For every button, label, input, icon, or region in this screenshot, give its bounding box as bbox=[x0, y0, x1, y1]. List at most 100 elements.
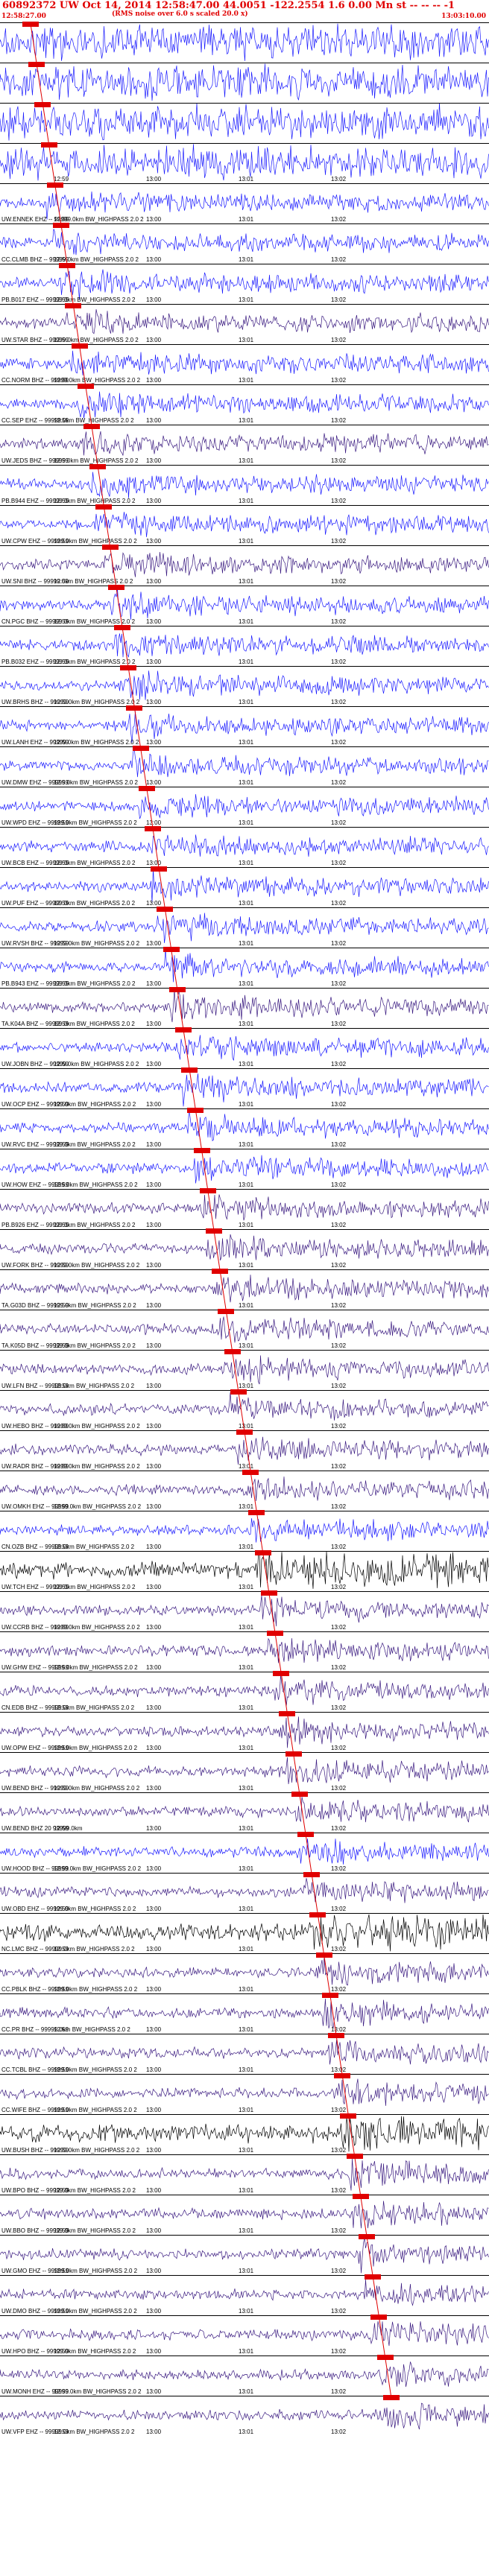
pick-marker bbox=[83, 424, 100, 429]
waveform-path bbox=[0, 1637, 489, 1663]
waveform-path bbox=[0, 1757, 489, 1785]
waveform-path bbox=[0, 1595, 489, 1627]
time-tick: 13:02 bbox=[331, 2107, 347, 2113]
time-tick: 12:59 bbox=[54, 779, 69, 786]
pick-marker bbox=[157, 907, 174, 912]
pick-marker bbox=[132, 746, 149, 751]
time-tick: 12:59 bbox=[54, 1825, 69, 1832]
trace-label: UW.RVSH BHZ -- 99999.0km BW_HIGHPASS 2.0… bbox=[1, 940, 140, 947]
trace-label: UW.HOW EHZ -- 99999.0km BW_HIGHPASS 2.0 … bbox=[1, 1181, 138, 1188]
trace-row: PB.B032 EHZ -- 99999.0km BW_HIGHPASS 2.0… bbox=[0, 625, 489, 667]
time-tick: 13:02 bbox=[331, 1704, 347, 1711]
pick-marker bbox=[206, 1228, 222, 1234]
trace-row: UW.BCB EHZ -- 99999.0km BW_HIGHPASS 2.0 … bbox=[0, 826, 489, 868]
trace-row: UW.BEND BHZ 20 99999.0km 12:59 13:00 13:01 1… bbox=[0, 1792, 489, 1833]
time-tick: 12:59 bbox=[54, 2066, 69, 2073]
start-time: 12:58:27.00 bbox=[1, 13, 46, 20]
time-tick: 13:02 bbox=[331, 417, 347, 424]
time-tick: 13:02 bbox=[331, 1463, 347, 1470]
pick-marker bbox=[279, 1711, 296, 1716]
time-tick: 13:01 bbox=[239, 1745, 254, 1751]
trace-row bbox=[0, 102, 489, 144]
time-tick: 12:59 bbox=[54, 2187, 69, 2194]
pick-marker bbox=[242, 1470, 259, 1475]
time-tick: 13:02 bbox=[331, 578, 347, 585]
seismogram-page: 60892372 UW Oct 14, 2014 12:58:47.00 44.… bbox=[0, 0, 489, 2576]
waveform-path bbox=[0, 2402, 489, 2430]
time-tick: 13:02 bbox=[331, 1302, 347, 1309]
time-tick: 13:01 bbox=[239, 1021, 254, 1027]
time-tick: 13:01 bbox=[239, 296, 254, 303]
time-tick: 12:59 bbox=[54, 1262, 69, 1269]
trace-row: UW.DMO BHZ -- 99999.0km BW_HIGHPASS 2.0 … bbox=[0, 2274, 489, 2316]
trace-row: UW.WPD EHZ -- 99999.0km BW_HIGHPASS 2.0 … bbox=[0, 786, 489, 828]
trace-row: UW.LANH EHZ -- 99999.0km BW_HIGHPASS 2.0… bbox=[0, 705, 489, 747]
time-tick: 13:02 bbox=[331, 1503, 347, 1510]
trace-label: CC.CLMB BHZ -- 99999.0km BW_HIGHPASS 2.0… bbox=[1, 256, 139, 263]
time-tick: 13:01 bbox=[239, 779, 254, 786]
trace-row: UW.RVC EHZ -- 99999.0km BW_HIGHPASS 2.0 … bbox=[0, 1108, 489, 1149]
pick-marker bbox=[151, 866, 168, 872]
trace-label: UW.BUSH BHZ -- 99999.0km BW_HIGHPASS 2.0… bbox=[1, 2147, 140, 2154]
waveform-path bbox=[0, 1234, 489, 1261]
time-tick: 13:02 bbox=[331, 176, 347, 183]
time-tick: 13:02 bbox=[331, 2227, 347, 2234]
time-tick: 12:59 bbox=[54, 2388, 69, 2395]
time-tick: 13:01 bbox=[239, 256, 254, 263]
trace-label: CC.WIFE BHZ -- 99999.0km BW_HIGHPASS 2.0… bbox=[1, 2107, 137, 2113]
pick-marker bbox=[297, 1832, 314, 1837]
time-tick: 13:02 bbox=[331, 2147, 347, 2154]
time-tick: 13:02 bbox=[331, 377, 347, 384]
time-tick: 12:59 bbox=[54, 618, 69, 625]
time-tick: 13:00 bbox=[146, 618, 162, 625]
time-tick: 13:02 bbox=[331, 256, 347, 263]
time-tick: 13:02 bbox=[331, 2348, 347, 2355]
time-tick: 12:59 bbox=[54, 2268, 69, 2274]
time-tick: 13:01 bbox=[239, 1986, 254, 1993]
event-title: 60892372 UW Oct 14, 2014 12:58:47.00 44.… bbox=[2, 0, 455, 11]
pick-marker bbox=[199, 1188, 216, 1193]
pick-marker bbox=[230, 1389, 247, 1395]
time-tick: 13:01 bbox=[239, 1946, 254, 1952]
trace-row: CC.CLMB BHZ -- 99999.0km BW_HIGHPASS 2.0… bbox=[0, 223, 489, 264]
trace-row: UW.DMW EHZ -- 99999.0km BW_HIGHPASS 2.0 … bbox=[0, 746, 489, 787]
time-tick: 13:02 bbox=[331, 2026, 347, 2033]
trace-label: UW.CCRB BHZ -- 99999.0km BW_HIGHPASS 2.0… bbox=[1, 1624, 140, 1631]
waveform-path bbox=[0, 1675, 489, 1707]
time-tick: 12:59 bbox=[54, 1222, 69, 1228]
time-tick: 13:00 bbox=[146, 176, 162, 183]
trace-row: UW.VFP EHZ -- 99999.0km BW_HIGHPASS 2.0 … bbox=[0, 2395, 489, 2437]
time-tick: 13:02 bbox=[331, 498, 347, 504]
time-tick: 13:02 bbox=[331, 1986, 347, 1993]
pick-marker bbox=[376, 2355, 394, 2360]
pick-marker bbox=[163, 947, 180, 952]
time-tick: 12:59 bbox=[54, 1865, 69, 1872]
time-tick: 13:00 bbox=[146, 2187, 162, 2194]
time-tick: 13:02 bbox=[331, 1181, 347, 1188]
trace-row: UW.BRHS BHZ -- 99999.0km BW_HIGHPASS 2.0… bbox=[0, 665, 489, 707]
trace-label: UW.LANH EHZ -- 99999.0km BW_HIGHPASS 2.0… bbox=[1, 739, 139, 746]
time-tick: 13:02 bbox=[331, 1906, 347, 1912]
pick-marker bbox=[248, 1510, 265, 1515]
time-tick: 13:01 bbox=[239, 940, 254, 947]
time-tick: 13:01 bbox=[239, 1262, 254, 1269]
trace-row: CN.OZB BHZ -- 99999.0km BW_HIGHPASS 2.0 … bbox=[0, 1510, 489, 1552]
time-tick: 13:00 bbox=[146, 296, 162, 303]
time-tick: 13:01 bbox=[239, 457, 254, 464]
time-tick: 13:02 bbox=[331, 699, 347, 705]
time-tick: 13:00 bbox=[146, 2066, 162, 2073]
time-tick: 13:01 bbox=[239, 659, 254, 665]
trace-row: UW.ENNEK EHZ -- 99999.0km BW_HIGHPASS 2.… bbox=[0, 183, 489, 224]
trace-row: UW.RVSH BHZ -- 99999.0km BW_HIGHPASS 2.0… bbox=[0, 907, 489, 948]
time-tick: 13:01 bbox=[239, 1584, 254, 1590]
pick-marker bbox=[71, 343, 88, 349]
trace-row: UW.PUF EHZ -- 99999.0km BW_HIGHPASS 2.0 … bbox=[0, 866, 489, 908]
time-tick: 13:02 bbox=[331, 296, 347, 303]
time-tick: 13:01 bbox=[239, 337, 254, 343]
time-tick: 13:00 bbox=[146, 2107, 162, 2113]
time-tick: 13:02 bbox=[331, 2187, 347, 2194]
waveform-path bbox=[0, 1878, 489, 1903]
time-tick: 13:00 bbox=[146, 256, 162, 263]
trace-label: UW.WPD EHZ -- 99999.0km BW_HIGHPASS 2.0 … bbox=[1, 819, 137, 826]
time-tick: 13:00 bbox=[146, 2429, 162, 2435]
